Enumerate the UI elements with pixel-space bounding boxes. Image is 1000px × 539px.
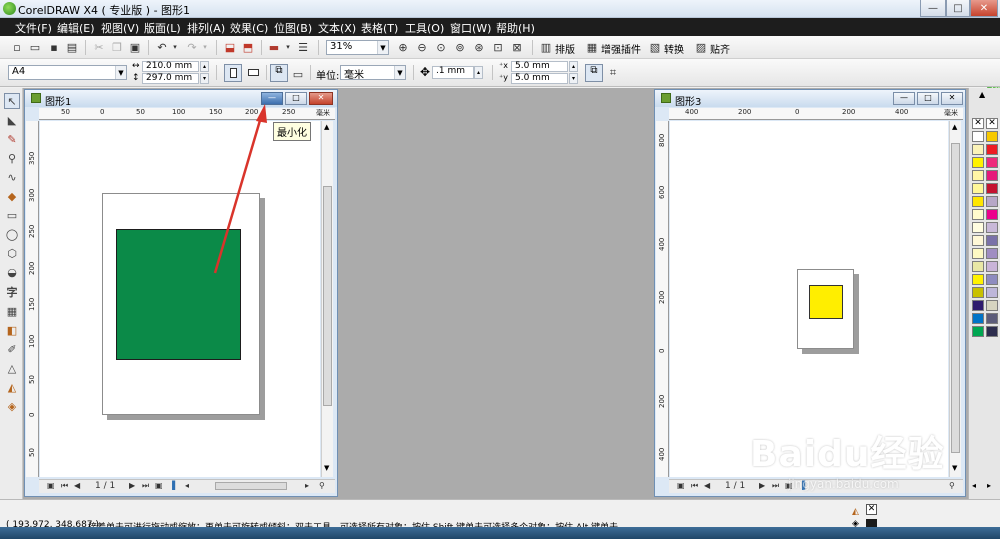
color-swatch[interactable] [972, 209, 984, 220]
color-swatch[interactable] [986, 183, 998, 194]
color-swatch[interactable] [986, 157, 998, 168]
color-swatch[interactable] [986, 170, 998, 181]
color-swatch[interactable] [972, 196, 984, 207]
color-palette: ▲ ✕ ✕ ◂ ▸ [968, 88, 1000, 499]
color-swatch[interactable] [986, 209, 998, 220]
no-outline-swatch[interactable]: ✕ [986, 118, 998, 129]
color-swatch[interactable] [972, 144, 984, 155]
color-swatch[interactable] [972, 170, 984, 181]
color-swatch[interactable] [972, 248, 984, 259]
palette-scroll-left-icon[interactable]: ◂ [972, 481, 976, 490]
color-swatch[interactable] [972, 287, 984, 298]
watermark-brand: Baidu经验 [750, 434, 945, 475]
color-swatch[interactable] [986, 287, 998, 298]
color-swatch[interactable] [972, 261, 984, 272]
color-swatch[interactable] [986, 248, 998, 259]
color-swatch[interactable] [986, 261, 998, 272]
color-swatch[interactable] [972, 131, 984, 142]
color-swatch[interactable] [972, 157, 984, 168]
color-swatch[interactable] [972, 235, 984, 246]
color-swatch[interactable] [986, 313, 998, 324]
palette-scroll-right-icon[interactable]: ▸ [987, 481, 991, 490]
no-fill-swatch[interactable]: ✕ [972, 118, 984, 129]
color-swatch[interactable] [986, 196, 998, 207]
palette-scroll-up-icon[interactable]: ▲ [979, 90, 985, 99]
color-swatch[interactable] [986, 144, 998, 155]
color-swatch[interactable] [986, 222, 998, 233]
taskbar [0, 527, 1000, 539]
tooltip: 最小化 [273, 122, 311, 141]
color-swatch[interactable] [972, 313, 984, 324]
color-swatch[interactable] [986, 235, 998, 246]
color-swatch[interactable] [972, 183, 984, 194]
color-swatch[interactable] [986, 326, 998, 337]
color-swatch[interactable] [972, 274, 984, 285]
color-swatch[interactable] [986, 274, 998, 285]
color-swatch[interactable] [972, 300, 984, 311]
baidu-watermark: Baidu经验 jingyan.baidu.com [750, 425, 950, 515]
color-swatch[interactable] [986, 300, 998, 311]
arrow-shaft [213, 116, 263, 274]
color-swatch[interactable] [972, 326, 984, 337]
watermark-url: jingyan.baidu.com [788, 477, 899, 491]
arrow-head [256, 104, 267, 123]
color-swatch[interactable] [972, 222, 984, 233]
color-swatch[interactable] [986, 131, 998, 142]
